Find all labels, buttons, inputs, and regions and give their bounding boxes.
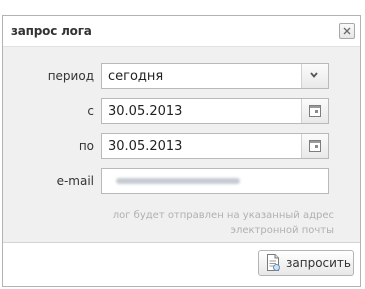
dialog-footer: запросить: [3, 240, 360, 286]
from-date-field[interactable]: 30.05.2013: [101, 98, 329, 124]
to-date-field[interactable]: 30.05.2013: [101, 133, 329, 159]
period-select[interactable]: сегодня: [101, 63, 329, 89]
chevron-down-icon: [310, 72, 318, 78]
period-label: период: [47, 69, 94, 83]
dialog-title: запрос лога: [11, 24, 92, 38]
request-log-button[interactable]: запросить: [258, 250, 354, 276]
to-date-value: 30.05.2013: [108, 139, 183, 154]
email-row: e-mail: [3, 168, 360, 194]
email-label: e-mail: [56, 174, 94, 188]
log-request-dialog: запрос лога период сегодня с 30.05.2013: [2, 15, 361, 287]
request-log-button-label: запросить: [286, 256, 351, 270]
document-icon: [267, 254, 280, 271]
email-field[interactable]: [101, 168, 329, 194]
to-date-label: по: [78, 139, 94, 153]
calendar-icon: [309, 140, 321, 152]
period-value: сегодня: [108, 69, 164, 84]
dialog-titlebar: запрос лога: [3, 16, 360, 46]
from-date-row: с 30.05.2013: [3, 98, 360, 124]
from-date-value: 30.05.2013: [108, 104, 183, 119]
dialog-body: период сегодня с 30.05.2013 по 30.05.201…: [3, 46, 360, 243]
period-row: период сегодня: [3, 63, 360, 89]
delivery-note: лог будет отправлен на указанный адрес э…: [112, 210, 334, 236]
close-button[interactable]: [339, 23, 355, 39]
to-date-picker-button[interactable]: [301, 134, 328, 158]
from-date-label: с: [87, 104, 94, 118]
email-value-redacted: [116, 178, 240, 184]
period-dropdown-button[interactable]: [301, 64, 328, 88]
to-date-row: по 30.05.2013: [3, 133, 360, 159]
from-date-picker-button[interactable]: [301, 99, 328, 123]
calendar-icon: [309, 105, 321, 117]
close-icon: [343, 27, 351, 35]
